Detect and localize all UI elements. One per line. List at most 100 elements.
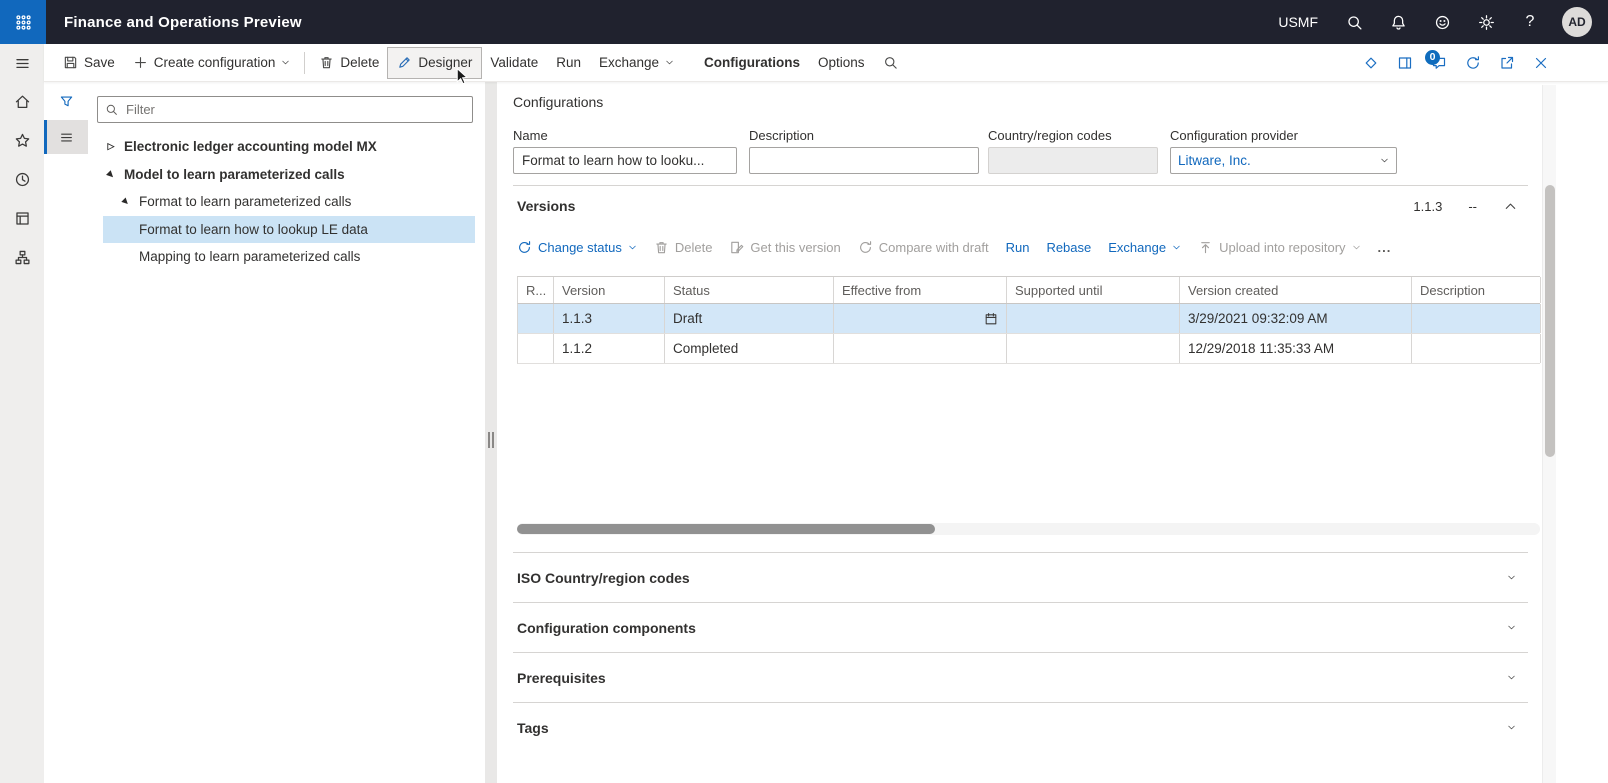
tree-item[interactable]: Format to learn how to lookup LE data [103,215,475,243]
grid-cell [834,334,1007,363]
collapsed-fasttabs: ISO Country/region codes Configuration co… [513,552,1528,752]
field-configuration-provider-label: Configuration provider [1170,128,1298,143]
refresh-icon [1465,55,1481,71]
settings-button[interactable] [1464,0,1508,44]
action-configurations[interactable]: Configurations [695,48,809,78]
collapse-icon[interactable]: ▶ [119,194,134,209]
action-delete[interactable]: Delete [310,48,388,78]
help-button[interactable]: ? [1508,0,1552,44]
bell-icon [1390,14,1407,31]
action-create-configuration-label: Create configuration [153,55,276,70]
horizontal-scrollbar-thumb[interactable] [517,524,935,534]
help-icon: ? [1525,13,1535,30]
avatar[interactable]: AD [1562,7,1592,37]
horizontal-scrollbar[interactable] [517,523,1540,535]
chevron-up-icon[interactable] [1503,199,1518,214]
action-bar-commands: Save Create configuration Delete Designer Va… [44,44,907,81]
tree-item[interactable]: ▷ Electronic ledger accounting model MX [103,133,475,161]
field-description: Description [749,128,979,174]
main-content: Configurations Name Description Country/re… [497,82,1544,783]
pane-filter-button[interactable] [44,84,88,118]
tree-filter-input[interactable] [124,101,465,118]
description-input[interactable] [749,147,979,174]
tree-item-label: Format to learn parameterized calls [139,194,352,210]
nav-favorites-button[interactable] [0,121,44,160]
side-pane-icon [1397,55,1413,71]
versions-more-commands[interactable]: ... [1378,240,1392,255]
table-row[interactable]: 1.1.3 Draft 3/29/2021 09:32:09 AM [517,304,1541,334]
app-launcher-button[interactable] [0,0,46,44]
vertical-scrollbar-thumb[interactable] [1545,185,1555,457]
notifications-button[interactable] [1376,0,1420,44]
refresh-button[interactable] [1456,44,1490,82]
grid-header-row: R... Version Status Effective from Supported… [517,276,1541,304]
column-header-effective-from[interactable]: Effective from [834,277,1007,303]
search-button[interactable] [1332,0,1376,44]
datepicker-icon[interactable] [984,312,998,326]
close-button[interactable] [1524,44,1558,82]
column-header-r[interactable]: R... [518,277,554,303]
versions-change-status[interactable]: Change status [517,240,637,255]
nav-modules-button[interactable] [0,238,44,277]
collapse-icon[interactable]: ▶ [104,167,119,182]
gear-icon [1478,14,1495,31]
separator [304,51,306,74]
tree-item[interactable]: ▶ Model to learn parameterized calls [103,161,475,189]
configuration-provider-combobox[interactable]: Litware, Inc. [1170,147,1397,174]
grid-cell: 3/29/2021 09:32:09 AM [1180,304,1412,333]
messages-button[interactable]: 0 [1422,44,1456,82]
action-validate[interactable]: Validate [481,48,547,78]
versions-rebase[interactable]: Rebase [1046,240,1091,255]
action-create-configuration[interactable]: Create configuration [124,48,300,78]
pane-view-list-button[interactable] [44,120,88,154]
grid-cell-text: 3/29/2021 09:32:09 AM [1188,311,1328,326]
nav-home-button[interactable] [0,82,44,121]
task-pane-button[interactable] [1388,44,1422,82]
sync-icon [858,240,873,255]
company-picker[interactable]: USMF [1264,14,1332,30]
open-new-icon [1499,55,1515,71]
versions-fasttab-title[interactable]: Versions [517,192,575,220]
open-in-new-window-button[interactable] [1490,44,1524,82]
tree-item[interactable]: Mapping to learn parameterized calls [103,243,475,271]
versions-change-status-label: Change status [538,239,622,255]
nav-workspaces-button[interactable] [0,199,44,238]
column-header-status[interactable]: Status [665,277,834,303]
column-header-supported-until[interactable]: Supported until [1007,277,1180,303]
action-designer[interactable]: Designer [387,46,483,79]
feedback-button[interactable] [1420,0,1464,44]
sync-icon [517,240,532,255]
tree-item[interactable]: ▶ Format to learn parameterized calls [103,188,475,216]
table-row[interactable]: 1.1.2 Completed 12/29/2018 11:35:33 AM [517,334,1541,364]
action-save[interactable]: Save [54,48,124,78]
pane-splitter[interactable] [485,82,497,783]
fasttab-prerequisites[interactable]: Prerequisites [513,652,1528,702]
name-input[interactable] [513,147,737,174]
versions-run-version[interactable]: Run [1006,240,1030,255]
versions-exchange-version[interactable]: Exchange [1108,240,1181,255]
upload-icon [1198,240,1213,255]
fasttab-tags[interactable]: Tags [513,702,1528,752]
expand-icon[interactable]: ▷ [105,141,117,152]
nav-menu-button[interactable] [0,44,44,82]
vertical-scrollbar[interactable] [1542,85,1556,783]
field-name-label: Name [513,128,548,143]
fasttab-iso-country-region-codes[interactable]: ISO Country/region codes [513,552,1528,602]
action-exchange[interactable]: Exchange [590,48,683,78]
hamburger-icon [59,130,74,145]
hamburger-icon [14,55,31,72]
splitter-grip-icon [488,432,494,448]
column-header-description[interactable]: Description [1412,277,1541,303]
action-options[interactable]: Options [809,48,874,78]
action-run[interactable]: Run [547,48,590,78]
fasttab-configuration-components[interactable]: Configuration components [513,602,1528,652]
grid-cell-text: 12/29/2018 11:35:33 AM [1188,341,1335,356]
nav-recent-button[interactable] [0,160,44,199]
column-header-version-created[interactable]: Version created [1180,277,1412,303]
action-search[interactable] [874,48,907,78]
waffle-icon [15,14,32,31]
action-configurations-label: Configurations [704,55,801,70]
power-apps-button[interactable] [1354,44,1388,82]
versions-top-divider [513,185,1528,186]
column-header-version[interactable]: Version [554,277,665,303]
